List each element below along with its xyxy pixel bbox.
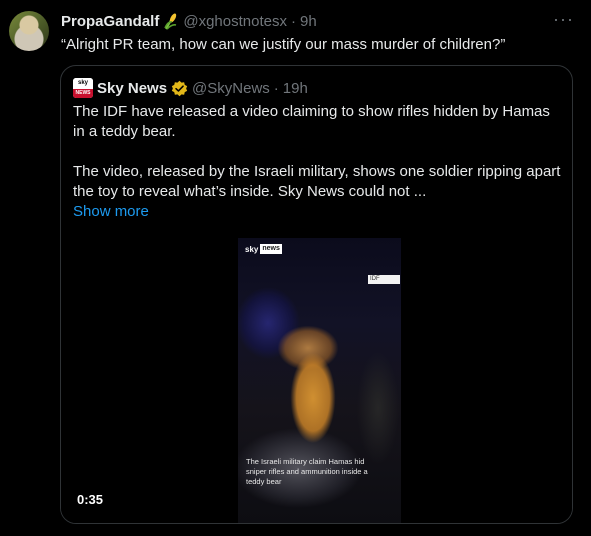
quoted-separator-dot: · xyxy=(273,79,279,97)
quoted-text: The IDF have released a video claiming t… xyxy=(73,102,563,202)
avatar[interactable] xyxy=(9,11,49,51)
verified-gold-badge-icon xyxy=(171,80,188,96)
author-handle[interactable]: @xghostnotesx xyxy=(183,13,287,30)
corn-icon xyxy=(164,13,177,30)
tweet-text: “Alright PR team, how can we justify our… xyxy=(61,36,506,53)
sky-news-avatar[interactable]: sky NEWS xyxy=(73,78,93,98)
quoted-tweet[interactable]: sky NEWS Sky News @SkyNews · 19h The IDF… xyxy=(60,65,573,524)
video-player[interactable]: sky news IDF The Israeli military claim … xyxy=(61,226,572,523)
tweet-header: PropaGandalf @xghostnotesx · 9h xyxy=(61,11,317,31)
quoted-handle[interactable]: @SkyNews xyxy=(192,80,270,97)
video-frame[interactable]: sky news IDF The Israeli military claim … xyxy=(238,238,401,523)
sky-logo-bottom: NEWS xyxy=(73,89,93,98)
idf-watermark: IDF xyxy=(368,275,400,284)
quoted-paragraph-2: The video, released by the Israeli milit… xyxy=(73,163,561,200)
quoted-header: sky NEWS Sky News @SkyNews · 19h xyxy=(73,78,308,98)
show-more-link[interactable]: Show more xyxy=(73,202,149,222)
video-caption: The Israeli military claim Hamas hid sni… xyxy=(246,457,368,486)
quoted-author-name[interactable]: Sky News xyxy=(97,80,167,97)
author-name[interactable]: PropaGandalf xyxy=(61,13,159,30)
video-duration: 0:35 xyxy=(77,492,104,507)
separator-dot: · xyxy=(290,12,296,30)
sky-news-video-logo: sky news xyxy=(245,244,282,254)
video-logo-news: news xyxy=(260,244,282,254)
sky-logo-top: sky xyxy=(73,78,93,89)
video-logo-sky: sky xyxy=(245,244,259,254)
quoted-paragraph-1: The IDF have released a video claiming t… xyxy=(73,103,550,140)
tweet[interactable]: PropaGandalf @xghostnotesx · 9h ··· “Alr… xyxy=(0,0,591,536)
quoted-time[interactable]: 19h xyxy=(283,80,308,97)
more-options-icon[interactable]: ··· xyxy=(553,9,573,29)
tweet-time[interactable]: 9h xyxy=(300,13,317,30)
